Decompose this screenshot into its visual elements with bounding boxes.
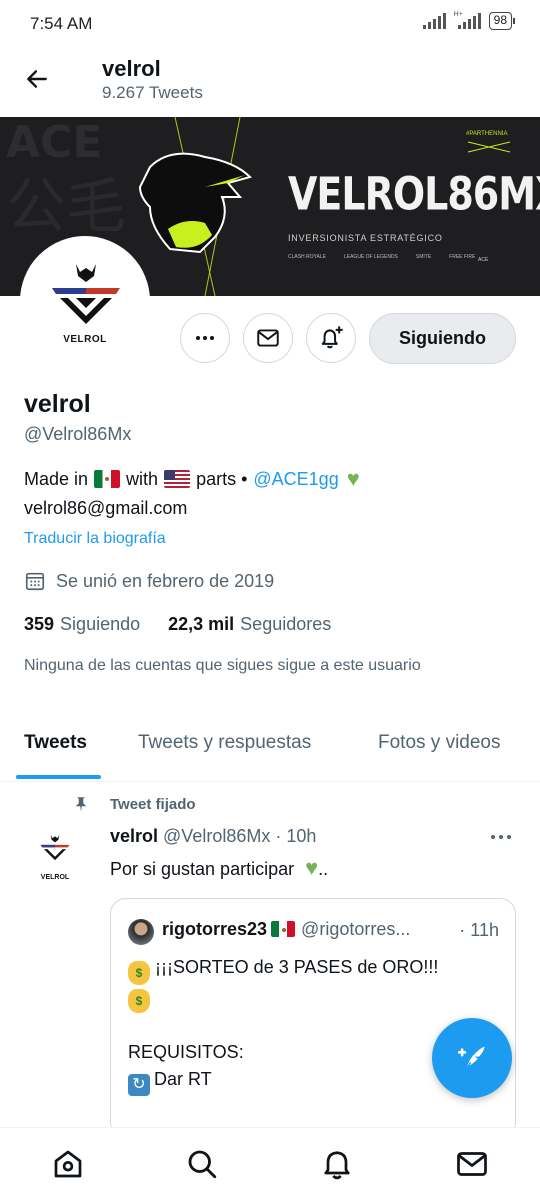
tab-tweets-and-replies[interactable]: Tweets y respuestas xyxy=(138,732,311,754)
profile-name: velrol xyxy=(24,390,91,418)
followers-count: 22,3 mil xyxy=(168,614,235,634)
following-count: 359 xyxy=(24,614,55,634)
game-logo: CLASH ROYALE xyxy=(288,254,326,260)
usa-flag-icon xyxy=(164,470,191,488)
banner-game-logos: CLASH ROYALE LEAGUE OF LEGENDS SMITE FRE… xyxy=(288,254,475,260)
green-heart-icon: ♥ xyxy=(346,466,360,491)
money-bag-icon: $ xyxy=(128,989,150,1013)
tweet-text-tail: .. xyxy=(318,859,329,879)
status-icons: H+ 98 xyxy=(422,11,516,30)
bio-text: parts • xyxy=(196,468,248,489)
cell-signal-icon: H+ xyxy=(454,11,481,29)
tweet-text: Por si gustan participar ♥.. xyxy=(110,857,328,880)
tab-tweets[interactable]: Tweets xyxy=(24,732,87,754)
profile-handle: @Velrol86Mx xyxy=(24,424,132,444)
joined-text: Se unió en febrero de 2019 xyxy=(56,570,275,591)
tweet-author-name[interactable]: velrol xyxy=(110,826,158,847)
wifi-signal-icon xyxy=(422,13,446,29)
bell-plus-icon xyxy=(321,326,343,349)
status-time: 7:54 AM xyxy=(30,14,93,33)
profile-avatar[interactable]: VELROL xyxy=(20,236,150,366)
more-icon xyxy=(196,336,214,340)
velrol-logo xyxy=(40,834,70,861)
mutual-followers-note: Ninguna de las cuentas que sigues sigue … xyxy=(24,657,421,674)
home-icon[interactable] xyxy=(50,1146,86,1182)
quote-line-text: Dar RT xyxy=(154,1069,212,1089)
banner-subtitle: INVERSIONISTA ESTRATÉGICO xyxy=(288,233,443,243)
header-tweet-count: 9.267 Tweets xyxy=(102,83,203,102)
more-icon xyxy=(491,835,511,839)
active-tab-indicator xyxy=(16,775,101,779)
mexico-flag-icon xyxy=(94,470,121,488)
message-button[interactable] xyxy=(243,313,293,363)
game-logo: SMITE xyxy=(415,254,432,260)
velrol-logo xyxy=(52,264,120,324)
quote-author-avatar xyxy=(128,919,154,945)
quote-line: $ xyxy=(128,985,150,1013)
bio-email: velrol86@gmail.com xyxy=(24,498,188,518)
tweet-text-body: Por si gustan participar xyxy=(110,859,295,879)
banner-brand: ACE xyxy=(478,257,489,263)
messages-icon[interactable] xyxy=(454,1146,490,1182)
quote-author-name: rigotorres23 xyxy=(162,919,268,939)
following-label: Siguiendo xyxy=(60,614,141,634)
followers-label: Seguidores xyxy=(240,614,332,634)
pin-icon xyxy=(75,797,87,812)
battery-icon: 98 xyxy=(488,12,516,30)
mexico-flag-icon xyxy=(271,921,296,937)
bottom-navigation xyxy=(0,1127,540,1200)
tweet-avatar-label: VELROL xyxy=(40,874,70,881)
pinned-tweet-label: Tweet fijado xyxy=(110,796,196,813)
translate-bio-link[interactable]: Traducir la biografía xyxy=(24,530,166,548)
header-profile-name: velrol xyxy=(102,56,161,81)
bio-text: with xyxy=(126,468,159,489)
tweet-meta: @Velrol86Mx · 10h xyxy=(163,826,317,846)
more-options-button[interactable] xyxy=(180,313,230,363)
avatar-label: VELROL xyxy=(63,334,107,345)
quote-handle: @rigotorres... xyxy=(301,919,411,939)
quote-header: rigotorres23 @rigotorres... xyxy=(162,919,410,940)
envelope-icon xyxy=(257,329,279,347)
bio-text: Made in xyxy=(24,468,89,489)
quote-line: $ ¡¡¡SORTEO de 3 PASES de ORO!!! xyxy=(128,957,438,985)
notifications-icon[interactable] xyxy=(319,1146,355,1182)
green-heart-icon: ♥ xyxy=(305,855,319,880)
follow-stats: 359 Siguiendo 22,3 mil Seguidores xyxy=(24,614,331,635)
banner-title: VELROL86MX xyxy=(288,167,540,221)
repeat-icon: ↻ xyxy=(128,1074,150,1096)
tabs-divider xyxy=(0,781,540,782)
svg-text:公毛: 公毛 xyxy=(6,172,126,242)
game-logo: LEAGUE OF LEGENDS xyxy=(343,254,398,260)
bio-line: Made in with parts • @ACE1gg ♥ xyxy=(24,468,360,490)
quote-time: · 11h xyxy=(459,920,499,940)
notifications-toggle-button[interactable] xyxy=(306,313,356,363)
quote-line: ↻ Dar RT xyxy=(128,1069,212,1096)
tweet-author-avatar[interactable]: VELROL xyxy=(24,826,86,888)
banner-tag: #PARTHENNIA xyxy=(466,131,508,137)
following-button[interactable]: Siguiendo xyxy=(369,313,516,364)
quote-line-text: ¡¡¡SORTEO de 3 PASES de ORO!!! xyxy=(155,957,439,977)
followers-stat[interactable]: 22,3 mil Seguidores xyxy=(168,614,331,635)
quote-line: REQUISITOS: xyxy=(128,1042,244,1062)
compose-tweet-button[interactable] xyxy=(432,1018,512,1098)
game-logo: FREE FIRE xyxy=(449,254,476,260)
tab-photos-and-videos[interactable]: Fotos y videos xyxy=(378,732,501,754)
calendar-icon xyxy=(25,572,45,591)
back-arrow-icon[interactable] xyxy=(24,66,50,92)
tweet-header: velrol @Velrol86Mx · 10h xyxy=(110,826,316,847)
search-icon[interactable] xyxy=(184,1146,220,1182)
money-bag-icon: $ xyxy=(128,961,150,985)
compose-feather-icon xyxy=(457,1046,485,1070)
tweet-more-button[interactable] xyxy=(490,826,512,847)
following-stat[interactable]: 359 Siguiendo xyxy=(24,614,140,635)
quoted-tweet-card[interactable]: rigotorres23 @rigotorres... · 11h $ ¡¡¡S… xyxy=(110,898,516,1138)
bio-mention-link[interactable]: @ACE1gg xyxy=(253,469,338,490)
svg-text:ACE: ACE xyxy=(6,117,102,168)
joined-date: Se unió en febrero de 2019 xyxy=(24,570,274,592)
